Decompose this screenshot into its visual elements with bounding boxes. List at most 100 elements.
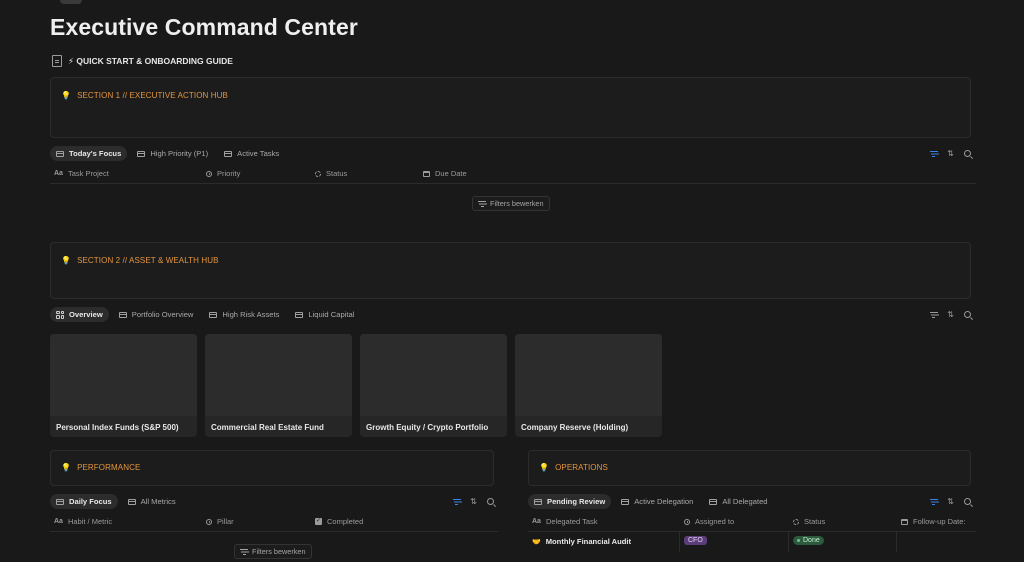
- calendar-icon: [901, 518, 908, 525]
- status-icon: [315, 170, 321, 177]
- section2-callout-text: 💡 SECTION 2 // ASSET & WEALTH HUB: [61, 256, 219, 265]
- tab-overview[interactable]: Overview: [50, 307, 109, 322]
- page-icon[interactable]: [60, 0, 82, 4]
- divider: [50, 531, 498, 532]
- column-status[interactable]: Status: [793, 517, 901, 526]
- section1-column-headers: Aa Task Project Priority Status Due Date: [54, 169, 976, 178]
- column-pillar[interactable]: Pillar: [206, 517, 315, 526]
- performance-view-tabs: Daily Focus All Metrics: [50, 494, 182, 509]
- text-icon: Aa: [54, 518, 63, 525]
- status-icon: [793, 518, 799, 525]
- table-row[interactable]: 🤝 Monthly Financial Audit CFO Done: [532, 535, 976, 549]
- search-icon[interactable]: [963, 497, 972, 506]
- search-icon[interactable]: [963, 310, 972, 319]
- column-delegated-task[interactable]: Aa Delegated Task: [532, 517, 684, 526]
- tab-active-delegation[interactable]: Active Delegation: [615, 494, 699, 509]
- tab-all-delegated[interactable]: All Delegated: [703, 494, 773, 509]
- sort-icon[interactable]: ⇅: [946, 497, 955, 506]
- tab-pending-review[interactable]: Pending Review: [528, 494, 612, 509]
- status-label: Done: [803, 537, 820, 544]
- tab-portfolio-overview[interactable]: Portfolio Overview: [113, 307, 200, 322]
- tab-all-metrics[interactable]: All Metrics: [122, 494, 182, 509]
- edit-filters-label: Filters bewerken: [490, 199, 544, 208]
- table-icon: [209, 311, 218, 318]
- tab-label: Overview: [69, 310, 103, 319]
- section1-toolbar: ⇅: [929, 149, 972, 158]
- performance-callout: 💡 PERFORMANCE: [50, 450, 494, 486]
- column-task-project[interactable]: Aa Task Project: [54, 169, 206, 178]
- row-task-label: Monthly Financial Audit: [545, 537, 632, 546]
- status-badge: Done: [793, 536, 824, 545]
- gallery-card[interactable]: Growth Equity / Crypto Portfolio: [360, 334, 507, 437]
- tab-liquid-capital[interactable]: Liquid Capital: [289, 307, 360, 322]
- gallery-icon: [56, 310, 64, 319]
- tab-label: Active Delegation: [634, 497, 694, 506]
- column-label: Assigned to: [695, 517, 735, 526]
- table-icon: [127, 498, 136, 505]
- card-title: Commercial Real Estate Fund: [211, 423, 324, 432]
- document-icon: [52, 55, 62, 67]
- filter-icon[interactable]: [929, 310, 938, 319]
- handshake-icon: 🤝: [532, 538, 541, 546]
- table-icon: [224, 150, 233, 157]
- gallery-card[interactable]: Company Reserve (Holding): [515, 334, 662, 437]
- onboarding-guide-link[interactable]: ⚡ QUICK START & ONBOARDING GUIDE: [52, 55, 233, 67]
- column-label: Status: [326, 169, 348, 178]
- edit-filters-button[interactable]: Filters bewerken: [472, 196, 550, 211]
- lightbulb-icon: 💡: [61, 91, 72, 100]
- card-title: Personal Index Funds (S&P 500): [56, 423, 179, 432]
- tab-high-risk-assets[interactable]: High Risk Assets: [203, 307, 285, 322]
- tab-todays-focus[interactable]: Today's Focus: [50, 146, 128, 161]
- performance-column-headers: Aa Habit / Metric Pillar ✓ Completed: [54, 517, 498, 526]
- filter-icon[interactable]: [452, 497, 461, 506]
- filter-icon[interactable]: [929, 149, 938, 158]
- search-icon[interactable]: [963, 149, 972, 158]
- tab-label: Today's Focus: [69, 149, 122, 158]
- divider: [528, 531, 976, 532]
- table-icon: [534, 498, 542, 505]
- performance-toolbar: ⇅: [452, 497, 495, 506]
- column-separator: [679, 532, 680, 552]
- performance-callout-label: PERFORMANCE: [77, 463, 141, 472]
- card-cover: [205, 334, 352, 416]
- tab-high-priority[interactable]: High Priority (P1): [131, 146, 214, 161]
- edit-filters-label: Filters bewerken: [252, 547, 306, 556]
- column-priority[interactable]: Priority: [206, 169, 315, 178]
- column-label: Completed: [327, 517, 364, 526]
- table-icon: [295, 311, 304, 318]
- select-icon: [206, 170, 212, 177]
- operations-toolbar: ⇅: [929, 497, 972, 506]
- column-follow-up-date[interactable]: Follow-up Date:: [901, 517, 966, 526]
- operations-callout-text: 💡 OPERATIONS: [539, 463, 608, 472]
- column-label: Task Project: [67, 169, 109, 178]
- tab-active-tasks[interactable]: Active Tasks: [218, 146, 285, 161]
- column-due-date[interactable]: Due Date: [423, 169, 467, 178]
- tab-label: Daily Focus: [69, 497, 112, 506]
- tab-label: All Metrics: [140, 497, 176, 506]
- card-title: Company Reserve (Holding): [521, 423, 629, 432]
- gallery-card[interactable]: Commercial Real Estate Fund: [205, 334, 352, 437]
- divider: [50, 183, 976, 184]
- tab-daily-focus[interactable]: Daily Focus: [50, 494, 118, 509]
- row-task[interactable]: 🤝 Monthly Financial Audit: [532, 537, 631, 546]
- column-assigned-to[interactable]: Assigned to: [684, 517, 793, 526]
- gallery-card[interactable]: Personal Index Funds (S&P 500): [50, 334, 197, 437]
- section2-callout-label: SECTION 2 // ASSET & WEALTH HUB: [77, 256, 219, 265]
- lightbulb-icon: 💡: [61, 256, 72, 265]
- checkbox-icon: ✓: [315, 518, 322, 525]
- edit-filters-button[interactable]: Filters bewerken: [234, 544, 312, 559]
- sort-icon[interactable]: ⇅: [469, 497, 478, 506]
- sort-icon[interactable]: ⇅: [946, 310, 955, 319]
- table-icon: [137, 150, 146, 157]
- search-icon[interactable]: [486, 497, 495, 506]
- tab-label: Pending Review: [547, 497, 606, 506]
- filter-icon[interactable]: [929, 497, 938, 506]
- column-status[interactable]: Status: [315, 169, 423, 178]
- column-habit-metric[interactable]: Aa Habit / Metric: [54, 517, 206, 526]
- column-completed[interactable]: ✓ Completed: [315, 517, 363, 526]
- status-dot: [797, 539, 800, 542]
- column-separator: [896, 532, 897, 552]
- table-icon: [56, 498, 64, 505]
- table-icon: [621, 498, 630, 505]
- sort-icon[interactable]: ⇅: [946, 149, 955, 158]
